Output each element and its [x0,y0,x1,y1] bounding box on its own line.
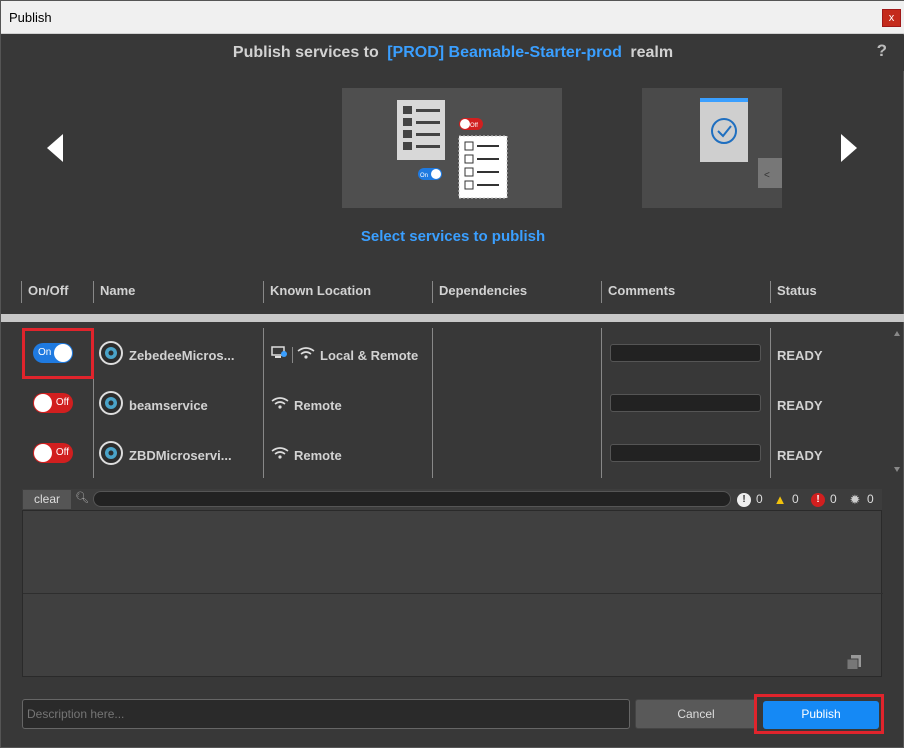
carousel-prev-arrow-icon[interactable] [47,134,63,162]
status-badge: READY [777,448,823,463]
column-header-dependencies: Dependencies [432,281,601,303]
carousel-slide-confirm: < [642,88,782,208]
service-name: ZBDMicroservi... [129,448,232,463]
column-divider [770,428,771,478]
column-divider [601,428,602,478]
microservice-icon [99,341,123,365]
log-toolbar: clear 🔍︎ ! 0 ▲ 0 ! 0 ✹ 0 [22,489,882,510]
copy-icon[interactable] [847,655,861,669]
column-divider [93,378,94,428]
comment-field[interactable] [610,394,761,412]
column-divider [432,428,433,478]
microservice-icon [99,441,123,465]
column-divider [93,428,94,478]
page-title: Publish services to [PROD] Beamable-Star… [1,35,904,71]
cancel-button[interactable]: Cancel [635,699,757,729]
warning-count[interactable]: ▲ 0 [773,491,799,508]
table-row: On ZebedeeMicros... Local & Remote READY [21,328,891,378]
column-divider [770,378,771,428]
log-output-pane[interactable] [22,510,883,677]
toggle-label: Off [55,397,69,408]
info-count-value: 0 [756,492,763,506]
bug-count[interactable]: ✹ 0 [848,491,874,508]
table-header: On/Off Name Known Location Dependencies … [21,281,883,303]
svg-text:Off: Off [470,123,478,129]
realm-name: [PROD] Beamable-Starter-prod [387,44,622,61]
bug-icon: ✹ [849,491,861,507]
header-separator [1,314,904,322]
toggle-label: Off [55,447,69,458]
description-input[interactable] [22,699,630,729]
error-count[interactable]: ! 0 [811,491,837,508]
log-search-input[interactable] [93,491,731,507]
column-divider [601,328,602,378]
info-icon: ! [737,492,751,507]
warning-count-value: 0 [792,492,799,506]
services-list: On ZebedeeMicros... Local & Remote READY… [21,322,891,480]
carousel-slide-select: Off On [342,88,562,208]
warning-icon: ▲ [773,491,787,507]
carousel-caption: Select services to publish [360,228,546,245]
column-divider [263,428,264,478]
status-badge: READY [777,348,823,363]
bug-count-value: 0 [867,492,874,506]
log-divider [23,593,883,594]
column-divider [432,328,433,378]
title-suffix: realm [630,44,674,61]
column-header-status: Status [770,281,883,303]
column-divider [263,328,264,378]
column-header-location: Known Location [263,281,432,303]
publish-button[interactable]: Publish [763,701,879,729]
close-button[interactable]: x [882,9,901,27]
column-header-comments: Comments [601,281,770,303]
scroll-down-arrow-icon[interactable] [894,467,900,472]
clear-log-button[interactable]: clear [23,490,71,509]
publish-window: Publish x Publish services to [PROD] Bea… [0,0,904,748]
select-services-illustration-icon: Off On [397,100,508,199]
publish-highlight-box: Publish [754,694,884,734]
wifi-icon [271,397,289,409]
svg-text:<: < [764,170,770,181]
window-title: Publish [9,10,52,25]
error-count-value: 0 [830,492,837,506]
info-count[interactable]: ! 0 [737,491,763,508]
wifi-icon [297,347,315,359]
title-bar: Publish x [1,1,904,34]
table-row: Off beamservice Remote READY [21,378,891,428]
service-name: ZebedeeMicros... [129,348,235,363]
column-divider [770,328,771,378]
service-toggle[interactable]: Off [33,443,73,463]
column-divider [432,378,433,428]
column-divider [601,378,602,428]
column-header-name: Name [93,281,263,303]
scroll-up-arrow-icon[interactable] [894,331,900,336]
column-divider [263,378,264,428]
search-icon: 🔍︎ [75,492,89,504]
svg-text:On: On [420,173,428,179]
toggle-knob [34,444,52,462]
comment-field[interactable] [610,344,761,362]
help-icon[interactable]: ? [877,41,887,61]
status-badge: READY [777,398,823,413]
column-header-onoff: On/Off [21,281,93,303]
toggle-highlight-box [22,328,94,379]
location-label: Remote [294,398,342,413]
location-label: Local & Remote [320,348,419,363]
microservice-icon [99,391,123,415]
table-row: Off ZBDMicroservi... Remote READY [21,428,891,478]
toggle-knob [34,394,52,412]
error-icon: ! [811,492,825,507]
title-prefix: Publish services to [232,44,379,61]
comment-field[interactable] [610,444,761,462]
local-machine-icon [271,346,287,358]
confirm-checklist-illustration-icon: < [700,98,782,188]
location-label: Remote [294,448,342,463]
wifi-icon [271,447,289,459]
location-divider [292,347,293,363]
service-name: beamservice [129,398,208,413]
service-toggle[interactable]: Off [33,393,73,413]
carousel-next-arrow-icon[interactable] [841,134,857,162]
